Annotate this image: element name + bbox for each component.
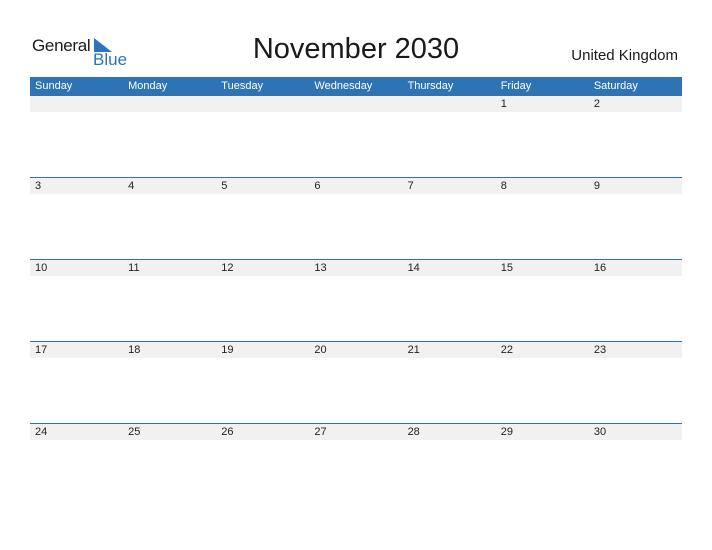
calendar-grid: Sunday Monday Tuesday Wednesday Thursday… [30,77,682,505]
weekday-saturday: Saturday [593,80,638,92]
day-cell: 6 [314,180,321,192]
day-cell: 13 [314,262,327,274]
day-number-strip: 12 [30,96,682,112]
day-cell [403,96,496,112]
day-cell: 19 [221,344,234,356]
day-cell: 25 [128,426,141,438]
day-cell: 12 [221,262,234,274]
day-cell: 20 [314,344,327,356]
weekday-tuesday: Tuesday [221,80,264,92]
week-row: 3 4 5 6 7 8 9 [30,177,682,259]
week-row: 12 [30,96,682,177]
week-row: 17 18 19 20 21 22 23 [30,341,682,423]
day-number-strip: 24 25 26 27 28 29 30 [30,424,682,440]
week-row: 24 25 26 27 28 29 30 [30,423,682,505]
weekday-sunday: Sunday [35,80,73,92]
weekday-header: Sunday Monday Tuesday Wednesday Thursday… [30,77,682,96]
day-cell: 16 [593,262,607,274]
day-cell: 28 [407,426,420,438]
weekday-friday: Friday [500,80,532,92]
day-cell: 14 [407,262,420,274]
day-cell: 4 [128,180,135,192]
day-cell: 18 [128,344,141,356]
weekday-wednesday: Wednesday [314,80,373,92]
day-cell: 23 [593,344,607,356]
day-cell [216,96,309,112]
day-cell: 27 [314,426,327,438]
weekday-monday: Monday [128,80,168,92]
day-cell: 21 [407,344,420,356]
day-cell: 26 [221,426,234,438]
country-label: United Kingdom [571,47,678,64]
day-cell: 15 [500,262,513,274]
day-cell: 7 [407,180,414,192]
day-cell: 30 [593,426,607,438]
day-cell: 8 [500,180,507,192]
day-cell: 11 [128,262,140,274]
day-cell: 10 [35,262,48,274]
day-cell: 24 [35,426,48,438]
day-cell: 9 [593,180,600,192]
day-number-strip: 10 11 12 13 14 15 16 [30,260,682,276]
day-cell: 5 [221,180,228,192]
day-cell: 1 [500,98,507,110]
day-number-strip: 3 4 5 6 7 8 9 [30,178,682,194]
day-cell [30,96,123,112]
weekday-thursday: Thursday [407,80,454,92]
day-cell: 22 [500,344,513,356]
day-cell: 17 [35,344,48,356]
day-cell: 29 [500,426,513,438]
week-row: 10 11 12 13 14 15 16 [30,259,682,341]
day-cell: 3 [35,180,42,192]
day-number-strip: 17 18 19 20 21 22 23 [30,342,682,358]
day-cell [309,96,402,112]
day-cell [123,96,216,112]
day-cell: 2 [593,98,600,110]
